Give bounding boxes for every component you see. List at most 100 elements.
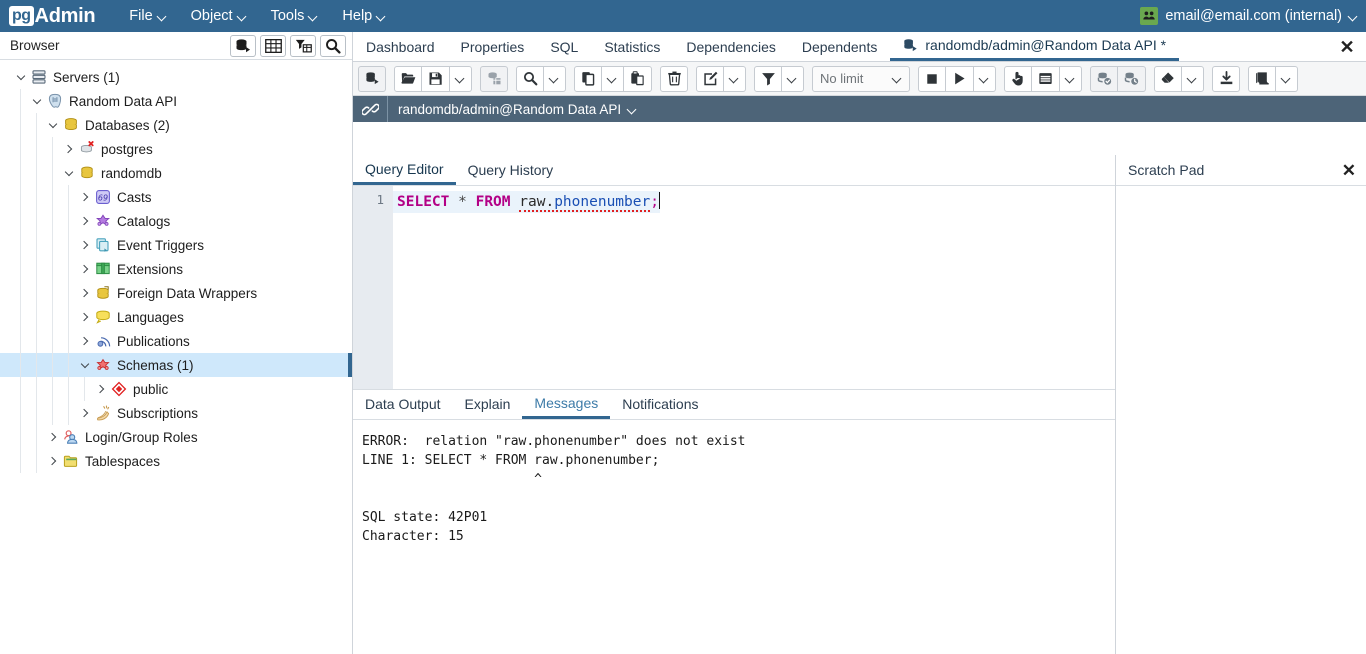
macros-dropdown-button[interactable]: [1276, 65, 1298, 92]
tree-item-random-data-api[interactable]: Random Data API: [0, 89, 352, 113]
chevron-right-icon[interactable]: [78, 312, 92, 322]
user-menu[interactable]: email@email.com (internal): [1140, 0, 1358, 32]
tree-item-subscriptions[interactable]: Subscriptions: [0, 401, 352, 425]
copy-dropdown-button[interactable]: [602, 65, 624, 92]
chevron-right-icon[interactable]: [78, 192, 92, 202]
tab-query-history[interactable]: Query History: [456, 155, 566, 185]
tab-query-tool[interactable]: randomdb/admin@Random Data API *: [890, 32, 1180, 61]
tab-dashboard[interactable]: Dashboard: [353, 32, 448, 61]
tree-item-schemas-1[interactable]: Schemas (1): [0, 353, 352, 377]
chevron-right-icon[interactable]: [94, 384, 108, 394]
explain-dropdown-button[interactable]: [1060, 65, 1082, 92]
edit-options-dropdown-button[interactable]: [724, 65, 746, 92]
save-file-button[interactable]: [422, 65, 450, 92]
save-dropdown-button[interactable]: [450, 65, 472, 92]
chevron-right-icon[interactable]: [62, 144, 76, 154]
menu-tools[interactable]: Tools: [262, 4, 328, 28]
chevron-right-icon[interactable]: [78, 336, 92, 346]
execute-query-button[interactable]: [946, 65, 974, 92]
explain-analyze-button[interactable]: [1032, 65, 1060, 92]
menu-object[interactable]: Object: [182, 4, 256, 28]
line-number-1: 1: [376, 192, 384, 207]
tree-item-databases-2[interactable]: Databases (2): [0, 113, 352, 137]
toolbar-group-14: [1248, 65, 1298, 92]
close-icon[interactable]: ✕: [1342, 161, 1356, 181]
chevron-down-icon[interactable]: [62, 167, 76, 177]
menu-tools-label: Tools: [270, 8, 305, 24]
find-button[interactable]: [516, 65, 544, 92]
tab-explain[interactable]: Explain: [453, 389, 523, 419]
chevron-right-icon[interactable]: [46, 456, 60, 466]
tab-notifications[interactable]: Notifications: [610, 389, 710, 419]
tree-item-servers-1[interactable]: Servers (1): [0, 65, 352, 89]
chevron-right-icon[interactable]: [78, 408, 92, 418]
clear-button[interactable]: [1154, 65, 1182, 92]
sql-code-area[interactable]: SELECT * FROM raw.phonenumber;: [393, 186, 1115, 389]
tab-statistics[interactable]: Statistics: [591, 32, 673, 61]
tree-item-postgres[interactable]: postgres: [0, 137, 352, 161]
tree-item-tablespaces[interactable]: Tablespaces: [0, 449, 352, 473]
chevron-right-icon[interactable]: [78, 288, 92, 298]
edit-pencil-icon: [703, 71, 718, 86]
explain-button[interactable]: [1004, 65, 1032, 92]
stop-query-button[interactable]: [918, 65, 946, 92]
filter-dropdown-button[interactable]: [782, 65, 804, 92]
search-icon[interactable]: [320, 34, 346, 57]
chevron-down-icon[interactable]: [78, 359, 92, 369]
filter-table-icon[interactable]: [290, 34, 316, 57]
filter-button[interactable]: [754, 65, 782, 92]
foreign-data-wrappers-icon: [94, 284, 112, 302]
tree-item-login-group-roles[interactable]: Login/Group Roles: [0, 425, 352, 449]
tab-query-editor[interactable]: Query Editor: [353, 155, 456, 185]
tree-item-extensions[interactable]: Extensions: [0, 257, 352, 281]
download-csv-button[interactable]: [1212, 65, 1240, 92]
tab-dependencies[interactable]: Dependencies: [673, 32, 789, 61]
grid-view-icon[interactable]: [260, 34, 286, 57]
tree-item-publications[interactable]: Publications: [0, 329, 352, 353]
clear-dropdown-button[interactable]: [1182, 65, 1204, 92]
tree-item-public[interactable]: public: [0, 377, 352, 401]
tree-item-randomdb[interactable]: randomdb: [0, 161, 352, 185]
chevron-right-icon[interactable]: [78, 264, 92, 274]
menu-help[interactable]: Help: [333, 4, 395, 28]
open-file-button[interactable]: [394, 65, 422, 92]
close-icon[interactable]: ✕: [1336, 36, 1358, 58]
paste-button[interactable]: [624, 65, 652, 92]
tree-item-event-triggers[interactable]: Event Triggers: [0, 233, 352, 257]
edit-options-button[interactable]: [696, 65, 724, 92]
open-query-tool-button: [358, 65, 386, 92]
chevron-down-icon[interactable]: [14, 71, 28, 81]
connection-selector[interactable]: randomdb/admin@Random Data API: [387, 96, 637, 122]
chevron-down-icon[interactable]: [46, 119, 60, 129]
tree-item-catalogs[interactable]: Catalogs: [0, 209, 352, 233]
tab-data-output[interactable]: Data Output: [353, 389, 453, 419]
tab-messages[interactable]: Messages: [522, 389, 611, 419]
tree-item-foreign-data-wrappers[interactable]: Foreign Data Wrappers: [0, 281, 352, 305]
sql-token-table: phonenumber: [554, 194, 651, 210]
sql-editor[interactable]: 1 SELECT * FROM raw.phonenumber;: [353, 186, 1115, 389]
chevron-right-icon[interactable]: [46, 432, 60, 442]
row-limit-select[interactable]: No limit: [812, 65, 910, 92]
chevron-down-icon[interactable]: [30, 95, 44, 105]
menu-file[interactable]: File: [120, 4, 175, 28]
delete-row-button[interactable]: [660, 65, 688, 92]
tab-dependents[interactable]: Dependents: [789, 32, 891, 61]
tree-item-languages[interactable]: Languages: [0, 305, 352, 329]
tree-item-casts[interactable]: 69 Casts: [0, 185, 352, 209]
copy-button[interactable]: [574, 65, 602, 92]
object-browser-tree[interactable]: Servers (1) Random Data API Databases (2) p…: [0, 61, 352, 654]
query-tool-toolbar: No limit: [353, 62, 1366, 96]
execute-dropdown-button[interactable]: [974, 65, 996, 92]
tree-item-label: postgres: [101, 141, 153, 157]
tab-sql[interactable]: SQL: [537, 32, 591, 61]
add-server-icon[interactable]: [230, 34, 256, 57]
chevron-right-icon[interactable]: [78, 216, 92, 226]
chevron-right-icon[interactable]: [78, 240, 92, 250]
macros-button[interactable]: [1248, 65, 1276, 92]
tab-properties[interactable]: Properties: [448, 32, 538, 61]
find-dropdown-button[interactable]: [544, 65, 566, 92]
